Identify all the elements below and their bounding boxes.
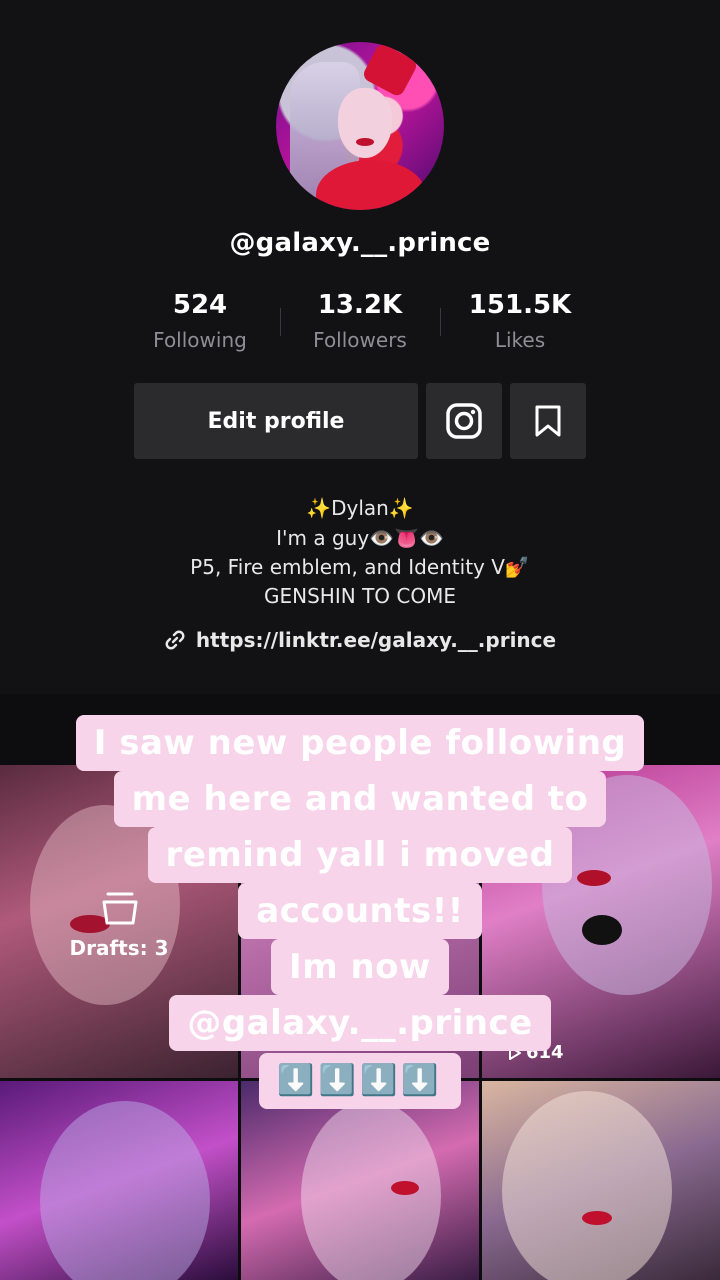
caption-text: me here and wanted to — [113, 771, 607, 827]
avatar-face — [338, 88, 392, 158]
likes-count: 151.5K — [468, 290, 572, 320]
link-icon — [165, 630, 185, 650]
caption-text: accounts!! — [238, 883, 482, 939]
profile-username: @galaxy.__.prince — [229, 228, 491, 258]
caption-line-6: @galaxy.__.prince — [0, 995, 720, 1051]
followers-label: Followers — [313, 328, 407, 352]
caption-line-2: me here and wanted to — [0, 771, 720, 827]
avatar-lips — [356, 138, 374, 146]
video-tile[interactable] — [241, 1081, 479, 1280]
video-tile[interactable] — [482, 1081, 720, 1280]
caption-text: remind yall i moved — [147, 827, 573, 883]
bio-line-4: GENSHIN TO COME — [264, 584, 456, 608]
bio-link[interactable]: https://linktr.ee/galaxy.__.prince — [0, 628, 720, 652]
caption-line-1: I saw new people following — [0, 715, 720, 771]
bio-line-2: I'm a guy👁️👅👁️ — [276, 526, 444, 550]
instagram-icon — [446, 403, 482, 439]
caption-text: I saw new people following — [75, 715, 645, 771]
profile-avatar[interactable] — [276, 42, 444, 210]
following-count: 524 — [172, 290, 228, 320]
stat-following[interactable]: 524 Following — [120, 290, 280, 352]
following-label: Following — [153, 328, 247, 352]
caption-text: @galaxy.__.prince — [169, 995, 551, 1051]
caption-arrows: ⬇️⬇️⬇️⬇️ — [259, 1053, 461, 1109]
favorites-button[interactable] — [510, 383, 586, 459]
bio-line-3: P5, Fire emblem, and Identity V💅 — [190, 555, 530, 579]
likes-label: Likes — [494, 328, 546, 352]
caption-line-4: accounts!! — [0, 883, 720, 939]
bookmark-icon — [535, 405, 561, 437]
bio-line-name: ✨Dylan✨ — [306, 496, 414, 520]
bio-link-url: https://linktr.ee/galaxy.__.prince — [195, 628, 557, 652]
caption-line-3: remind yall i moved — [0, 827, 720, 883]
followers-count: 13.2K — [317, 290, 403, 320]
caption-text: Im now — [271, 939, 449, 995]
instagram-button[interactable] — [426, 383, 502, 459]
stat-likes[interactable]: 151.5K Likes — [440, 290, 600, 352]
edit-profile-button[interactable]: Edit profile — [134, 383, 418, 459]
caption-line-arrows: ⬇️⬇️⬇️⬇️ — [0, 1053, 720, 1109]
stat-followers[interactable]: 13.2K Followers — [280, 290, 440, 352]
caption-line-5: Im now — [0, 939, 720, 995]
video-tile[interactable] — [0, 1081, 238, 1280]
